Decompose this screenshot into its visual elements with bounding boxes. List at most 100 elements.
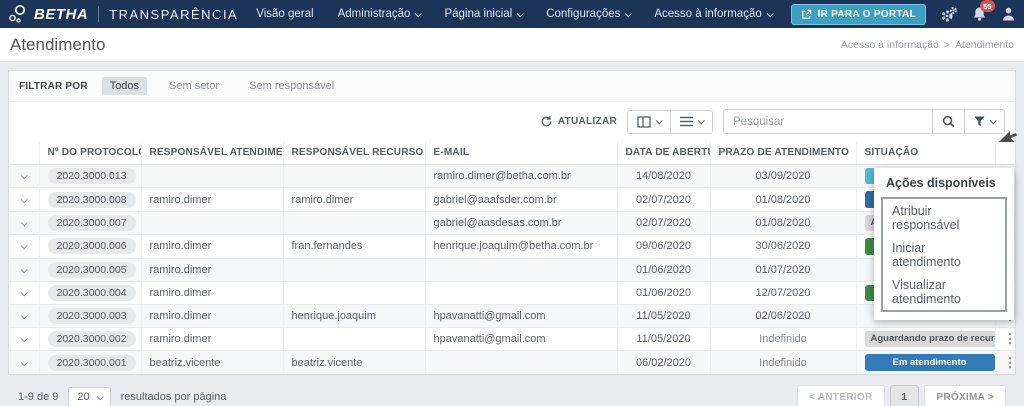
breadcrumb-separator: >: [944, 39, 950, 51]
row-expand-chevron[interactable]: [17, 192, 30, 208]
table-footer: 1-9 de 9 20 resultados por página < ANTE…: [8, 385, 1016, 406]
protocol-pill: 2020.3000.007: [48, 215, 136, 231]
row-expand-chevron[interactable]: [17, 215, 30, 231]
cell-prazo: 12/07/2020: [710, 281, 856, 304]
go-to-portal-button[interactable]: IR PARA O PORTAL: [791, 4, 926, 25]
external-link-icon: [801, 9, 812, 20]
list-options-button[interactable]: [670, 111, 712, 133]
cell-email: gabriel@aaafsder.com.br: [425, 188, 617, 211]
search-button[interactable]: [932, 110, 964, 133]
cell-resp-recurso: beatriz.vicente: [283, 351, 425, 374]
row-expand-chevron[interactable]: [17, 331, 30, 347]
filter-bar: FILTRAR POR Todos Sem setor Sem responsá…: [9, 71, 1015, 102]
menu-item-atribuir-responsavel[interactable]: Atribuir responsável: [883, 199, 1005, 236]
hamburger-icon: [680, 116, 693, 127]
row-expand-chevron[interactable]: [17, 262, 30, 278]
chevron-down-icon: [698, 117, 705, 124]
filter-todos[interactable]: Todos: [102, 77, 147, 95]
filter-funnel-button[interactable]: [964, 110, 1004, 133]
notifications-bell-icon[interactable]: 55: [972, 6, 987, 22]
header-data-abertura: DATA DE ABERTURA: [617, 141, 710, 165]
filter-sem-responsavel[interactable]: Sem responsável: [241, 77, 342, 95]
cell-abertura: 02/07/2020: [617, 188, 710, 211]
cell-resp-recurso: [283, 258, 425, 281]
table-row: 2020.3000.004 ramiro.dimer 01/06/2020 12…: [9, 281, 1015, 304]
atendimento-card: FILTRAR POR Todos Sem setor Sem responsá…: [8, 70, 1016, 375]
table-row: 2020.3000.013 ramiro.dimer@betha.com.br …: [9, 165, 1015, 188]
cell-resp-recurso: [283, 327, 425, 350]
protocol-pill: 2020.3000.001: [48, 355, 136, 371]
nav-acesso-informacao[interactable]: Acesso à informação: [654, 8, 771, 20]
cell-email: [425, 281, 617, 304]
protocol-pill: 2020.3000.005: [48, 262, 136, 278]
nav-pagina-inicial[interactable]: Página inicial: [444, 8, 522, 20]
cell-resp-recurso: ramiro.dimer: [283, 188, 425, 211]
cell-resp-recurso: fran.fernandes: [283, 235, 425, 258]
row-actions-kebab-icon[interactable]: ⋮: [1004, 355, 1016, 370]
page-header: Atendimento Acesso à informação > Atendi…: [0, 28, 1024, 62]
chevron-down-icon: [766, 10, 773, 17]
breadcrumb-parent[interactable]: Acesso à informação: [841, 39, 939, 51]
row-actions-kebab-icon[interactable]: ⋮: [1004, 331, 1016, 346]
table-row: 2020.3000.002 ramiro.dimer hpavanatti@gm…: [9, 327, 1015, 350]
menu-item-visualizar-atendimento[interactable]: Visualizar atendimento: [883, 273, 1005, 310]
search-icon: [942, 115, 955, 128]
cell-email: hpavanatti@gmail.com: [425, 327, 617, 350]
cell-email: henrique.joaquim@betha.com.br: [425, 235, 617, 258]
cell-abertura: 11/05/2020: [617, 304, 710, 327]
row-expand-chevron[interactable]: [17, 168, 30, 184]
table-row: 2020.3000.008 ramiro.dimer ramiro.dimer …: [9, 188, 1015, 211]
menu-item-iniciar-atendimento[interactable]: Iniciar atendimento: [883, 236, 1005, 273]
cell-resp-atendimento: [141, 165, 283, 188]
betha-molecule-icon: [8, 3, 28, 25]
table-row: 2020.3000.001 beatriz.vicente beatriz.vi…: [9, 351, 1015, 374]
results-range: 1-9 de 9: [18, 391, 58, 403]
cell-prazo: 30/06/2020: [710, 235, 856, 258]
settings-gears-icon[interactable]: [940, 6, 958, 23]
current-page-button[interactable]: 1: [890, 385, 920, 406]
row-expand-chevron[interactable]: [17, 355, 30, 371]
cell-prazo: 01/07/2020: [710, 258, 856, 281]
atendimentos-table: Nº DO PROTOCOLO RESPONSÁVEL ATENDIMENTO …: [9, 141, 1015, 374]
cell-resp-recurso: [283, 165, 425, 188]
user-profile-icon[interactable]: [1001, 6, 1016, 22]
cell-abertura: 11/05/2020: [617, 327, 710, 350]
protocol-pill: 2020.3000.004: [48, 285, 136, 301]
columns-icon: [637, 116, 651, 128]
row-expand-chevron[interactable]: [17, 285, 30, 301]
nav-configuracoes[interactable]: Configurações: [546, 8, 630, 20]
cell-resp-atendimento: beatriz.vicente: [141, 351, 283, 374]
cell-resp-recurso: [283, 211, 425, 234]
chevron-down-icon: [415, 10, 422, 17]
search-group: [723, 109, 1005, 134]
header-actions: [995, 141, 1015, 165]
cell-email: [425, 258, 617, 281]
table-row: 2020.3000.003 ramiro.dimer henrique.joaq…: [9, 304, 1015, 327]
nav-visao-geral[interactable]: Visão geral: [256, 8, 313, 20]
cell-email: hpavanatti@gmail.com: [425, 304, 617, 327]
nav-administracao[interactable]: Administração: [338, 8, 421, 20]
cell-resp-atendimento: [141, 211, 283, 234]
column-picker-button[interactable]: [628, 111, 670, 133]
next-page-button[interactable]: PRÓXIMA >: [924, 385, 1006, 406]
row-expand-chevron[interactable]: [17, 238, 30, 254]
breadcrumb: Acesso à informação > Atendimento: [841, 39, 1014, 51]
top-navigation-bar: BETHA TRANSPARÊNCIA Visão geral Administ…: [0, 0, 1024, 28]
breadcrumb-current: Atendimento: [955, 39, 1014, 51]
status-badge: Em atendimento: [865, 354, 995, 370]
refresh-button[interactable]: ATUALIZAR: [540, 115, 617, 128]
row-actions-menu: Ações disponíveis Atribuir responsável I…: [874, 168, 1014, 320]
betha-logo[interactable]: BETHA: [8, 3, 88, 25]
header-protocolo: Nº DO PROTOCOLO: [39, 141, 141, 165]
cell-resp-atendimento: ramiro.dimer: [141, 304, 283, 327]
filter-sem-setor[interactable]: Sem setor: [161, 77, 227, 95]
cell-abertura: 06/02/2020: [617, 351, 710, 374]
protocol-pill: 2020.3000.008: [48, 192, 136, 208]
row-expand-chevron[interactable]: [17, 308, 30, 324]
chevron-down-icon: [96, 393, 103, 400]
previous-page-button[interactable]: < ANTERIOR: [797, 385, 884, 406]
page-size-select[interactable]: 20: [68, 387, 110, 406]
cell-prazo: Indefinido: [710, 351, 856, 374]
search-input[interactable]: [724, 110, 932, 133]
notification-count-badge: 55: [980, 0, 995, 12]
